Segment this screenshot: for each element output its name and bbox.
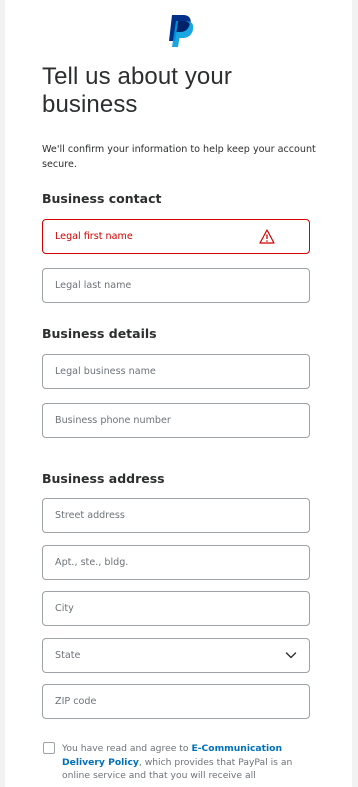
legal-business-name-field[interactable]: Legal business name [42, 354, 310, 389]
apt-placeholder: Apt., ste., bldg. [55, 557, 129, 568]
page-subtitle: We'll confirm your information to help k… [42, 144, 316, 170]
agreement-text: You have read and agree to E-Communicati… [62, 742, 298, 783]
city-placeholder: City [55, 603, 74, 614]
legal-first-name-placeholder: Legal first name [55, 231, 133, 242]
city-field[interactable]: City [42, 591, 310, 626]
street-address-placeholder: Street address [55, 510, 125, 521]
zip-code-field[interactable]: ZIP code [42, 684, 310, 719]
page-title: Tell us about your business [42, 63, 232, 118]
business-details-heading: Business details [42, 326, 157, 341]
zip-code-placeholder: ZIP code [55, 696, 97, 707]
chevron-down-icon [285, 652, 297, 659]
agreement-text-before: You have read and agree to [62, 743, 192, 754]
paypal-logo [169, 15, 194, 47]
warning-icon [259, 229, 275, 244]
legal-last-name-field[interactable]: Legal last name [42, 268, 310, 303]
agreement-checkbox[interactable] [43, 742, 55, 754]
business-phone-placeholder: Business phone number [55, 415, 171, 426]
legal-business-name-placeholder: Legal business name [55, 366, 156, 377]
state-placeholder: State [55, 650, 81, 661]
apt-field[interactable]: Apt., ste., bldg. [42, 545, 310, 580]
business-contact-heading: Business contact [42, 191, 162, 206]
state-select[interactable]: State [42, 638, 310, 673]
business-address-heading: Business address [42, 471, 165, 486]
business-phone-field[interactable]: Business phone number [42, 403, 310, 438]
legal-first-name-field[interactable]: Legal first name [42, 219, 310, 254]
legal-last-name-placeholder: Legal last name [55, 280, 132, 291]
signup-card: Tell us about your business We'll confir… [5, 0, 352, 787]
street-address-field[interactable]: Street address [42, 498, 310, 533]
